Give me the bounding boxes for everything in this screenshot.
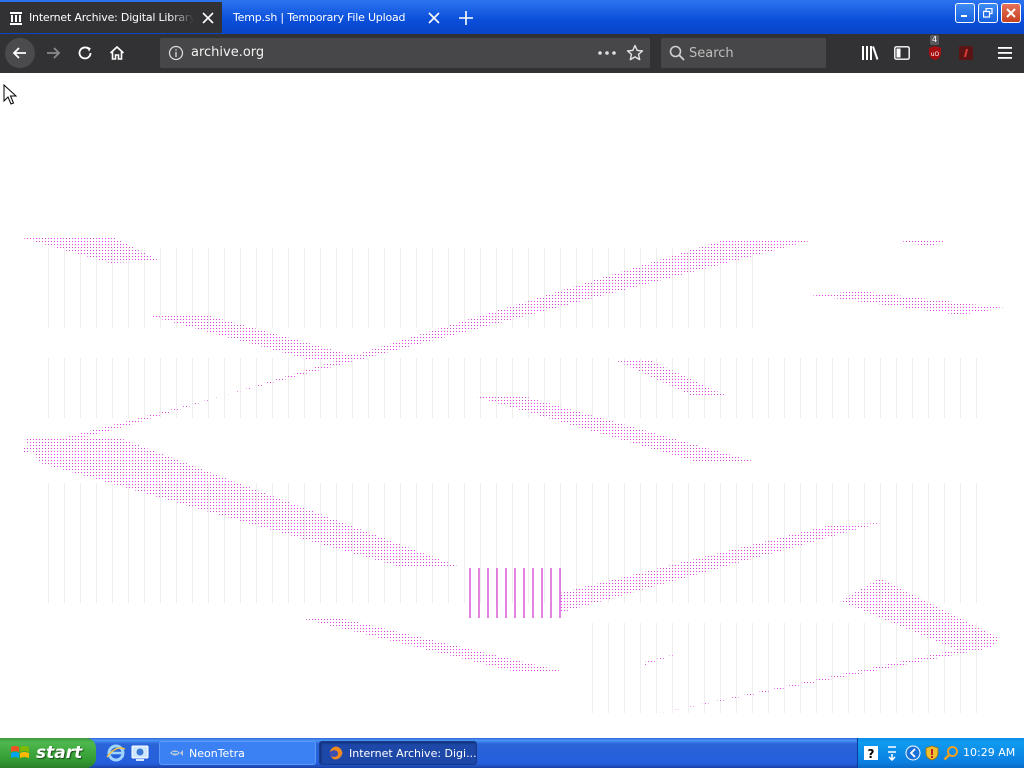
close-icon: [428, 11, 440, 24]
show-desktop-icon[interactable]: [130, 743, 150, 763]
page-content[interactable]: [0, 73, 1024, 738]
new-tab-button[interactable]: [452, 4, 480, 32]
arrow-left-icon: [12, 47, 26, 59]
url-bar[interactable]: archive.org: [160, 38, 650, 68]
forward-button[interactable]: [38, 38, 68, 68]
ublock-badge: 4: [930, 35, 940, 45]
reload-icon: [78, 46, 92, 60]
taskbar: start NeonTetra Internet Archive: Digi..…: [0, 738, 1024, 768]
close-icon: [202, 11, 214, 24]
menu-button[interactable]: [990, 38, 1020, 68]
svg-text:?: ?: [868, 747, 875, 761]
restore-icon: [983, 8, 993, 18]
home-icon: [109, 45, 125, 60]
bookmark-star-icon[interactable]: [626, 44, 644, 62]
tab-title: Temp.sh | Temporary File Upload: [233, 11, 406, 24]
tab-title: Internet Archive: Digital Library of: [29, 11, 194, 24]
help-icon[interactable]: ?: [863, 745, 879, 761]
info-icon[interactable]: [168, 45, 184, 61]
firefox-icon: [329, 746, 343, 760]
extension-button[interactable]: [951, 38, 981, 68]
sidebar-icon: [894, 46, 910, 60]
magnifier-icon[interactable]: [943, 745, 959, 761]
tab-strip: Internet Archive: Digital Library of Tem…: [0, 0, 1024, 34]
start-button[interactable]: start: [0, 738, 96, 768]
navigation-toolbar: archive.org uO 4: [0, 34, 1024, 73]
more-icon[interactable]: [598, 51, 616, 55]
mouse-cursor-icon: [3, 84, 17, 105]
back-button[interactable]: [5, 38, 35, 68]
minimize-icon: [961, 15, 967, 17]
clock: 10:29 AM: [963, 746, 1016, 759]
search-input[interactable]: [689, 41, 819, 65]
archive-icon: [10, 11, 22, 25]
minimize-button[interactable]: [955, 3, 975, 23]
close-tab-button[interactable]: [420, 4, 448, 32]
taskbar-button-neontetra[interactable]: NeonTetra: [159, 741, 316, 765]
search-icon: [669, 45, 685, 61]
hamburger-icon: [998, 47, 1012, 59]
restore-button[interactable]: [978, 3, 998, 23]
arrow-right-icon: [47, 47, 61, 59]
tab-temp-sh[interactable]: Temp.sh | Temporary File Upload: [224, 2, 448, 33]
search-box[interactable]: [661, 38, 826, 68]
start-label: start: [36, 743, 83, 763]
reload-button[interactable]: [70, 38, 100, 68]
glitched-page-graphic: [22, 238, 1005, 715]
security-shield-icon[interactable]: [924, 745, 940, 761]
taskbar-button-internet-archive[interactable]: Internet Archive: Digi...: [319, 741, 477, 765]
tab-internet-archive[interactable]: Internet Archive: Digital Library of: [0, 2, 222, 33]
sidebar-button[interactable]: [887, 38, 917, 68]
library-icon: [862, 46, 879, 60]
taskbar-button-label: Internet Archive: Digi...: [349, 746, 477, 760]
chevron-left-icon[interactable]: [905, 745, 921, 761]
url-text: archive.org: [191, 45, 265, 60]
close-window-button[interactable]: [1001, 3, 1021, 23]
internet-explorer-icon[interactable]: [106, 743, 126, 763]
close-tab-button[interactable]: [194, 4, 222, 32]
network-icon[interactable]: [884, 745, 900, 761]
extension-icon: [959, 46, 973, 60]
windows-logo-icon: [11, 746, 29, 758]
svg-text:uO: uO: [931, 51, 940, 58]
taskbar-button-label: NeonTetra: [189, 746, 245, 760]
ublock-origin-button[interactable]: uO 4: [920, 35, 950, 68]
close-icon: [1006, 8, 1016, 18]
system-tray: ? 10:29 AM: [857, 738, 1024, 768]
library-button[interactable]: [855, 38, 885, 68]
plus-icon: [459, 11, 473, 25]
fish-icon: [170, 750, 183, 756]
home-button[interactable]: [102, 38, 132, 68]
ublock-icon: uO: [929, 46, 941, 60]
